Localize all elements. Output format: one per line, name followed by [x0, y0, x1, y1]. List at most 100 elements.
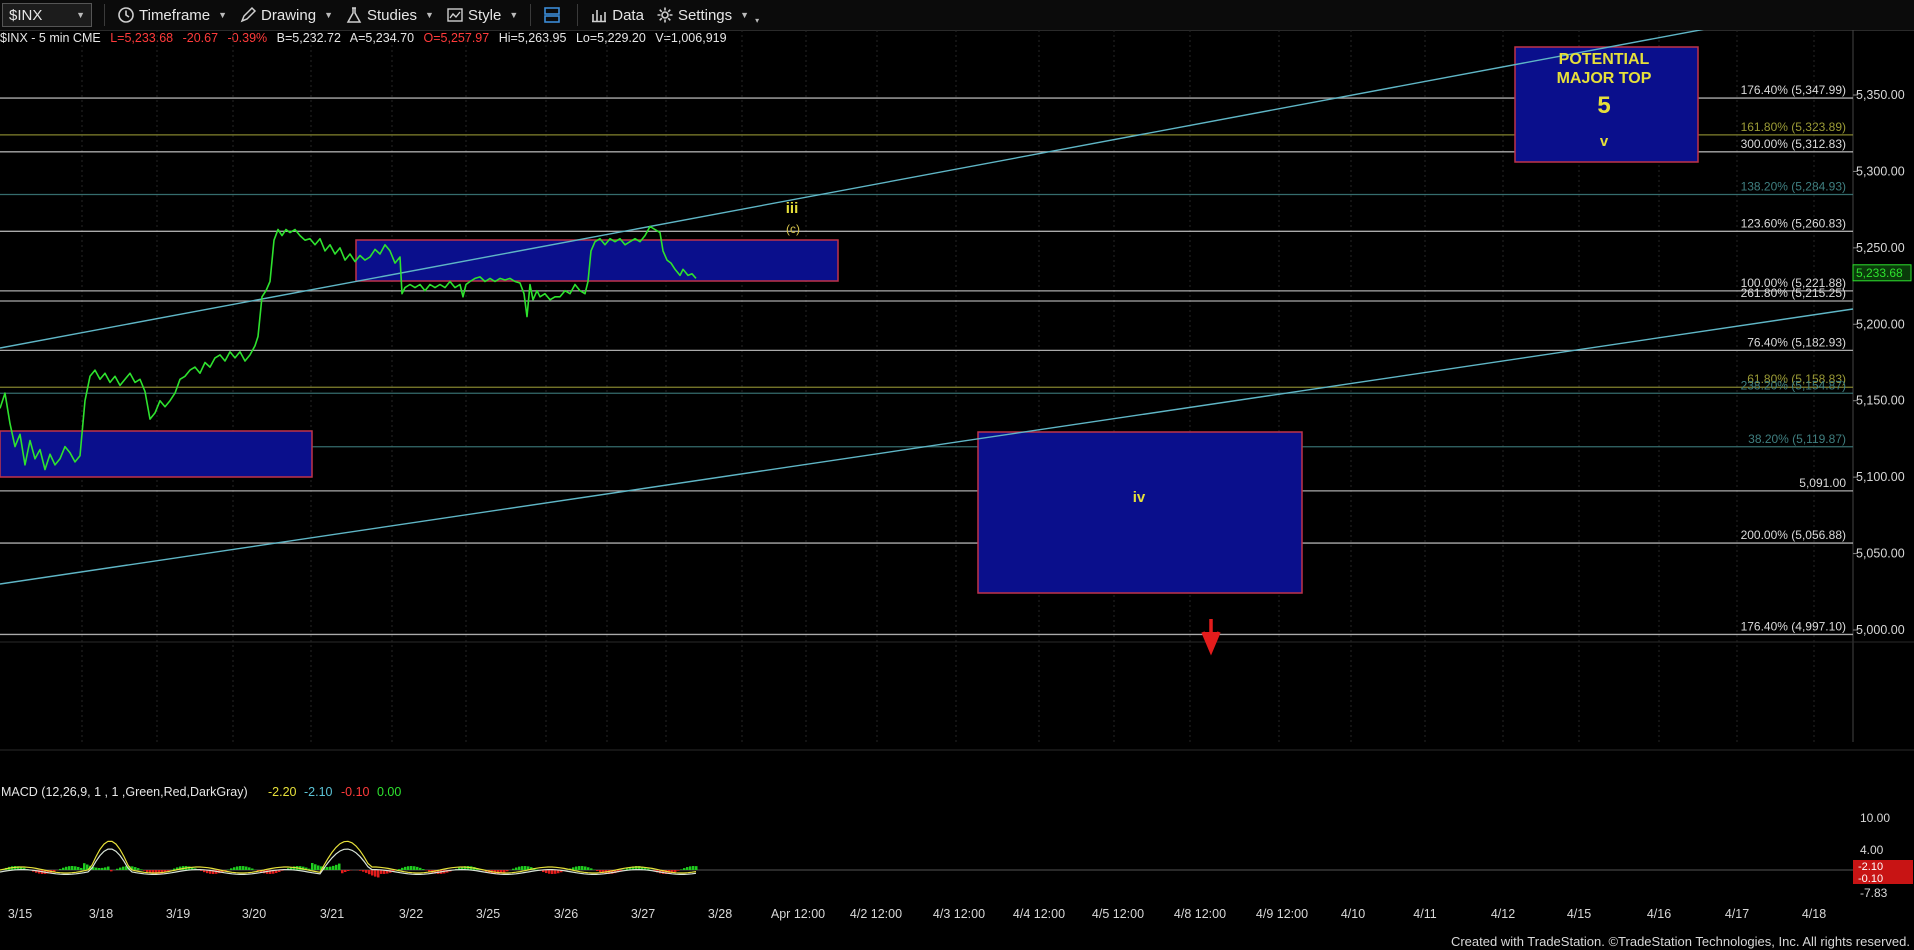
macd-histogram-bar	[311, 862, 314, 870]
symbol-selector[interactable]: $INX ▼	[2, 3, 92, 27]
macd-label: MACD (12,26,9, 1 , 1 ,Green,Red,DarkGray…	[1, 785, 248, 799]
x-tick-label: 3/18	[89, 907, 113, 921]
x-tick-label: 4/10	[1341, 907, 1365, 921]
x-tick-label: 4/17	[1725, 907, 1749, 921]
timeframe-label: Timeframe	[139, 6, 211, 24]
x-tick-label: 4/11	[1413, 907, 1436, 921]
x-tick-label: 3/22	[399, 907, 423, 921]
x-tick-label: 4/2 12:00	[850, 907, 902, 921]
x-tick-label: 3/19	[166, 907, 190, 921]
fib-level-label: 5,091.00	[1799, 476, 1846, 490]
macd-histogram-bar	[236, 866, 239, 870]
macd-histogram-bar	[74, 866, 77, 870]
macd-histogram-bar	[512, 868, 515, 870]
last-price-tag: 5,233.68	[1856, 266, 1903, 280]
macd-histogram-bar	[596, 870, 599, 871]
y-tick-label: 5,250.00	[1856, 241, 1905, 255]
macd-histogram-bar	[95, 867, 98, 870]
fib-level-label: 161.80% (5,323.89)	[1741, 120, 1846, 134]
drawing-menu[interactable]: Drawing ▼	[239, 6, 333, 24]
drawing-label: Drawing	[261, 6, 317, 24]
y-tick-label: 5,200.00	[1856, 317, 1905, 331]
macd-histogram-bar	[245, 866, 248, 870]
gear-icon	[656, 6, 674, 24]
chevron-down-icon: ▼	[740, 10, 750, 20]
macd-histogram-bar	[518, 866, 521, 870]
pencil-icon	[239, 6, 257, 24]
macd-histogram-bar	[575, 866, 578, 870]
macd-histogram-bar	[695, 866, 698, 870]
wave-iv-target-box	[977, 431, 1303, 594]
x-tick-label: 3/20	[242, 907, 266, 921]
macd-histogram-bar	[371, 870, 374, 876]
macd-histogram-bar	[548, 870, 551, 874]
y-tick-label: 5,100.00	[1856, 470, 1905, 484]
layout-button[interactable]	[543, 6, 565, 24]
toolbar: $INX ▼ Timeframe ▼ Drawing ▼ Studies ▼ S…	[0, 0, 1914, 31]
fib-level-label: 38.20% (5,119.87)	[1748, 432, 1846, 446]
macd-histogram-bar	[140, 869, 143, 870]
macd-histogram-bar	[317, 865, 320, 870]
x-tick-label: 3/15	[8, 907, 32, 921]
resistance-zone-box	[355, 239, 839, 282]
fib-level-label: 138.20% (5,284.93)	[1741, 179, 1846, 193]
chevron-down-icon: ▼	[76, 10, 85, 20]
macd-histogram-bar	[59, 868, 62, 870]
studies-label: Studies	[367, 6, 418, 24]
macd-histogram-bar	[401, 867, 404, 870]
down-arrow-icon	[1201, 619, 1221, 656]
macd-zero-value: 0.00	[377, 785, 401, 799]
macd-histogram-bar	[410, 866, 413, 870]
macd-histogram-bar	[104, 867, 107, 870]
macd-histogram-bar	[326, 866, 329, 870]
timeframe-menu[interactable]: Timeframe ▼	[117, 6, 227, 24]
macd-histogram-bar	[521, 866, 524, 870]
macd-histogram-bar	[344, 870, 347, 873]
data-label: Data	[612, 6, 644, 24]
settings-menu[interactable]: Settings ▼ ▾	[656, 6, 759, 25]
macd-histogram-bar	[599, 870, 602, 873]
macd-histogram-bar	[248, 867, 251, 870]
macd-histogram-bar	[134, 867, 137, 870]
wave-c-label: (c)	[786, 222, 800, 236]
macd-histogram-bar	[365, 870, 368, 873]
layout-icon	[543, 6, 561, 24]
macd-histogram-bar	[65, 866, 68, 870]
macd-histogram-bar	[347, 870, 350, 871]
x-tick-label: 4/8 12:00	[1174, 907, 1226, 921]
macd-histogram-bar	[674, 870, 677, 872]
macd-histogram-bar	[581, 866, 584, 870]
macd-histogram-bar	[332, 865, 335, 870]
data-menu[interactable]: Data	[590, 6, 644, 24]
wave-5-label: 5	[1597, 92, 1610, 119]
macd-histogram-bar	[416, 866, 419, 870]
macd-value-tag: -2.10	[1858, 861, 1883, 873]
fib-level-label: 123.60% (5,260.83)	[1741, 216, 1846, 230]
macd-histogram-bar	[230, 868, 233, 870]
macd-histogram-bar	[314, 864, 317, 870]
price-chart[interactable]: 176.40% (5,347.99) 161.80% (5,323.89) 300.…	[0, 30, 1914, 930]
macd-histogram-bar	[242, 866, 245, 870]
x-tick-label: 4/16	[1647, 907, 1671, 921]
support-zone-box	[0, 430, 313, 478]
macd-histogram-bar	[137, 868, 140, 870]
studies-menu[interactable]: Studies ▼	[345, 6, 434, 24]
macd-axis-label: -7.83	[1860, 886, 1888, 900]
macd-value: -2.20	[268, 785, 297, 799]
macd-histogram-bar	[368, 870, 371, 875]
x-tick-label: 4/3 12:00	[933, 907, 985, 921]
macd-histogram-bar	[545, 870, 548, 874]
macd-histogram-bar	[98, 867, 101, 870]
macd-histogram-bar	[77, 866, 80, 870]
chevron-down-icon: ▼	[324, 10, 333, 20]
major-top-label-1: POTENTIAL	[1559, 51, 1650, 68]
wave-iv-label: iv	[1133, 489, 1146, 506]
x-tick-label: 4/15	[1567, 907, 1591, 921]
flask-icon	[345, 6, 363, 24]
chevron-down-icon: ▼	[425, 10, 434, 20]
style-menu[interactable]: Style ▼	[446, 6, 518, 24]
fib-level-label: 176.40% (4,997.10)	[1741, 619, 1846, 633]
macd-histogram-bar	[110, 870, 113, 872]
macd-histogram-bar	[677, 870, 680, 871]
macd-histogram-bar	[122, 866, 125, 870]
